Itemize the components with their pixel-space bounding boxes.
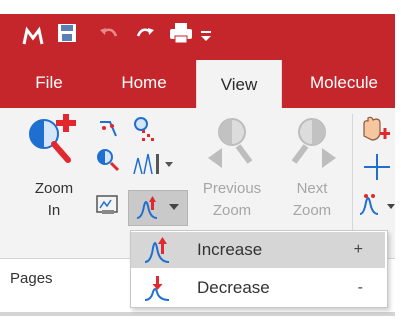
fit-to-window-icon[interactable] [94, 192, 122, 218]
menu-item-increase[interactable]: Increase + [131, 232, 385, 268]
zoom-in-label-line2: In [47, 202, 61, 219]
zoom-region-icon[interactable] [96, 116, 122, 142]
zoom-fit-icon[interactable] [96, 146, 124, 172]
app-logo-icon [22, 26, 44, 45]
menu-item-increase-shortcut: + [353, 241, 363, 258]
menu-item-increase-label: Increase [197, 240, 263, 259]
redo-icon[interactable] [134, 24, 156, 44]
previous-zoom-button[interactable]: Previous Zoom [192, 112, 272, 230]
peak-increase-icon [144, 237, 170, 263]
pages-label: Pages [10, 270, 53, 287]
customize-quick-access-icon[interactable] [200, 30, 212, 42]
next-zoom-icon [291, 118, 336, 168]
peak-size-dropdown-arrow-icon [169, 204, 179, 210]
tab-view[interactable]: View [196, 60, 282, 108]
save-icon[interactable] [56, 22, 78, 44]
panel-bottom-border [0, 312, 395, 316]
next-zoom-label-line2: Zoom [292, 202, 332, 219]
menu-item-decrease-shortcut: - [357, 279, 363, 296]
pan-hand-icon[interactable] [358, 114, 392, 144]
tab-home[interactable]: Home [112, 58, 176, 108]
peak-size-dropdown[interactable] [128, 190, 188, 226]
zoom-peaks-icon[interactable] [132, 116, 158, 144]
undo-icon[interactable] [98, 24, 120, 44]
print-icon[interactable] [168, 21, 194, 45]
peak-label-icon[interactable] [358, 192, 395, 218]
window-top-edge [0, 0, 395, 14]
next-zoom-button[interactable]: Next Zoom [276, 112, 348, 230]
zoom-in-label-line1: Zoom [34, 180, 74, 197]
next-zoom-label-line1: Next [296, 180, 328, 197]
previous-zoom-label-line1: Previous [202, 180, 262, 197]
tab-molecule[interactable]: Molecule [294, 58, 394, 108]
zoom-in-icon [29, 114, 76, 163]
peak-decrease-icon [144, 276, 170, 301]
peak-size-icon [136, 196, 158, 219]
tab-file[interactable]: File [22, 58, 76, 108]
vertical-scale-icon[interactable] [132, 152, 174, 178]
previous-zoom-label-line2: Zoom [212, 202, 252, 219]
previous-zoom-icon [208, 118, 253, 168]
menu-item-decrease[interactable]: Decrease - [131, 270, 385, 306]
menu-item-decrease-label: Decrease [197, 278, 270, 297]
ribbon-group-separator [352, 114, 353, 230]
crosshair-icon[interactable] [362, 152, 392, 182]
zoom-in-button[interactable]: Zoom In [18, 112, 90, 230]
